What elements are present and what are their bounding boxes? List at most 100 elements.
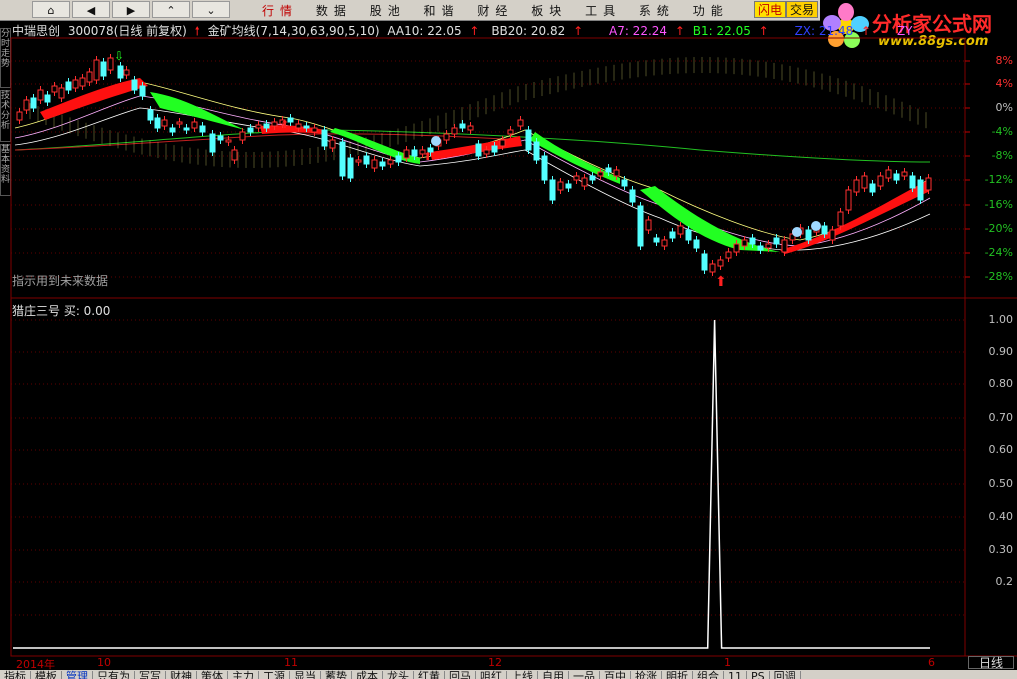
candle-body: [829, 229, 836, 241]
bottom-tab[interactable]: 成本: [352, 671, 383, 679]
candle-body: [147, 109, 154, 121]
candle-body: [339, 141, 346, 177]
diamond-icon: [431, 136, 441, 146]
candle-body: [23, 99, 30, 111]
candle-body: [605, 167, 612, 173]
y-tick: 1.00: [988, 313, 1014, 326]
bottom-tab-bar: 指标 模板 管理 只有为 写写 财神 策体 主力 工源 显当 蓄势 成本 龙头 红黄 回马 咀红 上线 自用 一品百…: [0, 670, 1017, 679]
bottom-tab[interactable]: 工源: [259, 671, 290, 679]
lower-grid: [11, 319, 965, 616]
candle-body: [467, 125, 474, 131]
candle-body: [199, 125, 206, 133]
bottom-tab[interactable]: 明折: [662, 671, 693, 679]
candle-body: [209, 133, 216, 153]
buy-arrow-icon: ⬆: [423, 150, 432, 163]
candle-body: [805, 229, 812, 241]
candle-body: [565, 183, 572, 189]
candle-body: [176, 121, 183, 125]
bottom-tab[interactable]: 抢涨: [631, 671, 662, 679]
candle-body: [387, 159, 394, 165]
bottom-tab[interactable]: 自用: [538, 671, 569, 679]
candle-body: [93, 59, 100, 81]
candle-body: [123, 69, 130, 76]
candle-body: [30, 97, 37, 109]
date-label: 10: [97, 656, 111, 669]
candle-body: [581, 177, 588, 187]
bottom-tab[interactable]: 上线: [507, 671, 538, 679]
bottom-tab[interactable]: 指标: [0, 671, 31, 679]
candle-body: [917, 179, 924, 201]
candle-body: [191, 121, 198, 129]
candle-body: [65, 81, 72, 91]
bottom-tab[interactable]: 回调: [770, 671, 801, 679]
candle-body: [79, 77, 86, 87]
candle-body: [247, 127, 254, 133]
bottom-tab[interactable]: 策体: [197, 671, 228, 679]
lower-y-axis: 1.00 0.90 0.80 0.70 0.60 0.50 0.40 0.30 …: [965, 0, 1017, 656]
candle-body: [861, 175, 868, 189]
candle-body: [845, 189, 852, 211]
bottom-tab[interactable]: 龙头: [383, 671, 414, 679]
candle-body: [741, 239, 748, 247]
bottom-tab[interactable]: 组合: [693, 671, 724, 679]
candle-body: [37, 89, 44, 101]
bottom-tab[interactable]: 财神: [166, 671, 197, 679]
y-tick: 0.70: [988, 411, 1014, 424]
candle-body: [347, 157, 354, 179]
candle-body: [107, 57, 114, 71]
candle-body: [533, 141, 540, 161]
bottom-tab[interactable]: 蓄势: [321, 671, 352, 679]
bottom-tab[interactable]: 咀红: [476, 671, 507, 679]
candle-body: [379, 161, 386, 167]
candle-body: [685, 229, 692, 241]
candle-body: [893, 173, 900, 181]
candle-body: [44, 94, 51, 103]
diamond-icon: [811, 221, 821, 231]
bottom-tab[interactable]: 回马: [445, 671, 476, 679]
candle-body: [363, 155, 370, 165]
period-selector[interactable]: 日线: [968, 656, 1014, 669]
bottom-tab[interactable]: PS: [747, 671, 770, 679]
candle-body: [225, 139, 232, 143]
candle-body: [86, 71, 93, 83]
candle-body: [491, 145, 498, 153]
candle-body: [901, 171, 908, 177]
bottom-tab[interactable]: 主力: [228, 671, 259, 679]
candle-body: [169, 127, 176, 133]
date-label: 11: [284, 656, 298, 669]
candle-body: [72, 79, 79, 89]
bottom-tab[interactable]: 11: [724, 671, 747, 679]
candle-body: [295, 123, 302, 129]
candle-body: [693, 239, 700, 249]
candle-body: [451, 127, 458, 135]
candle-body: [329, 139, 336, 149]
candle-body: [573, 175, 580, 181]
bottom-tab[interactable]: 写写: [135, 671, 166, 679]
candle-body: [443, 133, 450, 141]
bottom-tab[interactable]: 百中: [600, 671, 631, 679]
date-label: 12: [488, 656, 502, 669]
bottom-tab[interactable]: 管理: [62, 671, 93, 679]
candle-body: [231, 149, 238, 161]
y-tick: 0.80: [988, 377, 1014, 390]
bottom-tab[interactable]: 模板: [31, 671, 62, 679]
band-green: [640, 186, 780, 252]
candle-body: [549, 179, 556, 201]
candle-body: [925, 177, 932, 191]
candle-body: [139, 85, 146, 97]
bottom-tab[interactable]: 显当: [290, 671, 321, 679]
diamond-icon: [792, 227, 802, 237]
candle-body: [525, 129, 532, 151]
candle-body: [773, 237, 780, 245]
candle-body: [709, 263, 716, 273]
candle-body: [459, 123, 466, 129]
candle-body: [677, 225, 684, 235]
bottom-tab[interactable]: 只有为: [93, 671, 135, 679]
candle-body: [161, 119, 168, 127]
ribbon-mesh: [14, 81, 931, 251]
date-label: 6: [928, 656, 935, 669]
bottom-tab[interactable]: 一品: [569, 671, 600, 679]
candle-body: [653, 237, 660, 243]
bottom-tab[interactable]: 红黄: [414, 671, 445, 679]
candle-body: [255, 124, 262, 129]
